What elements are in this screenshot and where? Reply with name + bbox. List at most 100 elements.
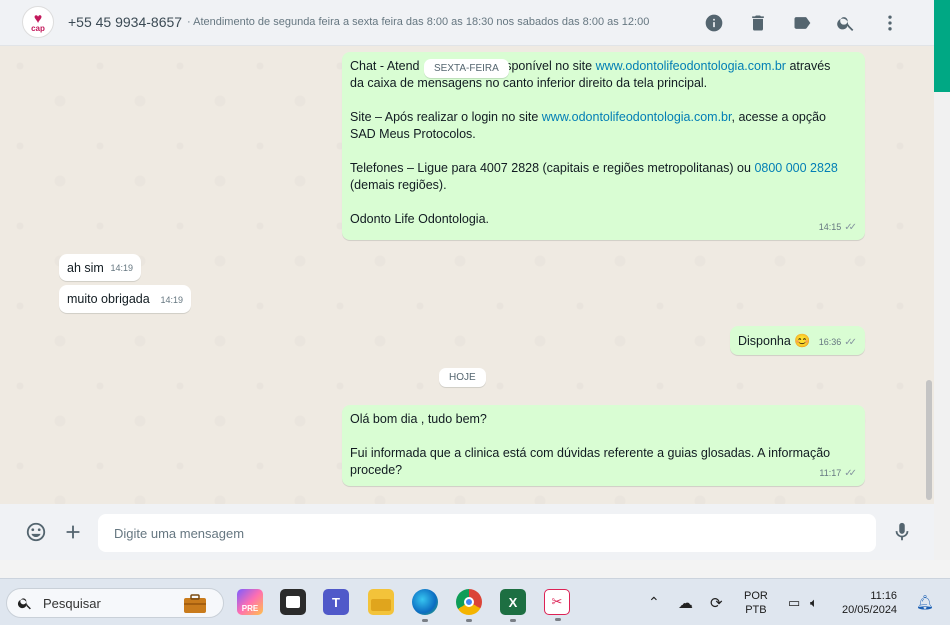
info-button[interactable] [692, 0, 736, 46]
bell-icon: 🔔︎ [916, 594, 934, 610]
chat-scrollbar[interactable] [924, 46, 934, 504]
edge-app[interactable] [412, 589, 438, 622]
snipping-icon: ✂ [551, 594, 563, 609]
smile-emoji-icon: 😊 [794, 333, 811, 348]
contact-status: · Atendimento de segunda feira a sexta f… [187, 16, 650, 28]
folder-icon [371, 599, 391, 611]
message-line: Site – Após realizar o login no site www… [350, 109, 857, 126]
avatar-logo-text: cap [31, 23, 45, 33]
update-status[interactable]: ⟳ [710, 579, 723, 625]
message-time: 14:19 [160, 295, 183, 305]
teams-icon: T [332, 594, 340, 610]
running-indicator [422, 619, 428, 622]
message-bubble-outgoing[interactable]: Olá bom dia , tudo bem? Fui informada qu… [342, 405, 865, 486]
message-time: 16:36 [818, 337, 842, 347]
read-receipt-icon: ✓✓ [844, 222, 857, 233]
chrome-app[interactable] [456, 589, 482, 622]
emoji-icon [26, 522, 46, 542]
more-vertical-icon [888, 15, 892, 31]
website-link[interactable]: www.odontolifeodontologia.com.br [542, 110, 732, 124]
clock-time: 11:16 [870, 589, 898, 602]
date-chip-hoje: HOJE [439, 368, 486, 387]
message-meta: 14:15 ✓✓ [819, 219, 857, 236]
plus-icon [66, 525, 80, 539]
search-icon [837, 17, 854, 31]
search-label: Pesquisar [43, 595, 101, 611]
delete-button[interactable] [736, 0, 780, 46]
menu-button[interactable] [868, 0, 912, 46]
message-time: 14:15 [818, 222, 842, 232]
message-bubble-incoming[interactable]: ah sim 14:19 [59, 254, 141, 281]
microphone-icon [895, 522, 909, 541]
message-time: 11:17 [819, 468, 842, 478]
speaker-icon: 🔈︎ [810, 594, 818, 610]
message-line: (demais regiões). [350, 178, 447, 192]
keyboard-layout: PTB [745, 603, 767, 616]
date-chip-sexta: SEXTA-FEIRA [424, 59, 509, 78]
excel-icon: X [508, 594, 518, 610]
running-indicator [466, 619, 472, 622]
heart-logo-icon: ♥ [33, 9, 43, 26]
message-meta: 14:19 [110, 260, 133, 277]
header-actions [692, 0, 912, 46]
contact-avatar[interactable]: ♥ cap [22, 6, 54, 38]
copilot-app[interactable]: PRE [237, 589, 263, 615]
message-line: Telefones – Ligue para 4007 2828 (capita… [350, 160, 857, 177]
info-icon [705, 14, 723, 32]
task-view-app[interactable] [280, 589, 306, 615]
briefcase-icon [184, 594, 206, 613]
chat-header: ♥ cap +55 45 9934-8657 · Atendimento de … [0, 0, 934, 46]
message-input[interactable] [98, 514, 876, 552]
windows-taskbar: Pesquisar PRE T X ✂ ⌃ ☁ ⟳ POR PTB ▭ 🔈︎ 1… [0, 578, 950, 625]
volume-button[interactable]: 🔈︎ [810, 579, 818, 625]
onedrive-status[interactable]: ☁ [678, 579, 693, 625]
search-icon [17, 595, 33, 611]
message-text: disponível no site [495, 59, 596, 73]
trash-icon [752, 15, 764, 31]
message-text: ah sim [67, 261, 104, 275]
chat-scrollbar-thumb[interactable] [926, 380, 932, 500]
message-composer [0, 504, 934, 560]
tray-overflow-button[interactable]: ⌃ [648, 579, 660, 625]
phone-link[interactable]: 0800 000 2828 [754, 161, 837, 175]
language-code: POR [744, 589, 768, 602]
message-text: Telefones – Ligue para 4007 2828 (capita… [350, 161, 755, 175]
message-text: Disponha [738, 334, 791, 348]
teams-app[interactable]: T [323, 589, 349, 615]
message-line: da caixa de mensagens no canto inferior … [350, 76, 708, 90]
copilot-icon: PRE [241, 603, 259, 613]
message-line: Fui informada que a clinica está com dúv… [350, 446, 831, 460]
taskbar-search[interactable]: Pesquisar [6, 588, 224, 618]
task-view-icon [286, 596, 300, 608]
excel-app[interactable]: X [500, 589, 526, 622]
message-bubble-incoming[interactable]: muito obrigada 14:19 [59, 285, 191, 313]
voice-message-button[interactable] [890, 520, 914, 544]
emoji-button[interactable] [24, 520, 48, 544]
message-bubble-outgoing[interactable]: Disponha 😊 16:36 ✓✓ [730, 326, 865, 355]
clock-date: 20/05/2024 [842, 603, 898, 616]
refresh-icon: ⟳ [710, 594, 723, 612]
running-indicator [555, 618, 561, 621]
label-button[interactable] [780, 0, 824, 46]
snipping-tool-app[interactable]: ✂ [544, 589, 570, 621]
running-indicator [510, 619, 516, 622]
language-indicator[interactable]: POR PTB [744, 579, 768, 625]
message-bubble-outgoing[interactable]: Chat - Atend disponível no site www.odont… [342, 52, 865, 240]
attach-button[interactable] [61, 520, 85, 544]
contact-name[interactable]: +55 45 9934-8657 [68, 14, 182, 30]
message-line: SAD Meus Protocolos. [350, 127, 476, 141]
message-text: , acesse a opção [731, 110, 827, 124]
search-button[interactable] [824, 0, 868, 46]
notifications-button[interactable]: 🔔︎ [916, 579, 934, 625]
file-explorer-app[interactable] [368, 589, 394, 615]
clock[interactable]: 11:16 20/05/2024 [842, 579, 897, 625]
network-button[interactable]: ▭ [788, 579, 800, 625]
network-icon: ▭ [788, 594, 801, 610]
message-line: Olá bom dia , tudo bem? [350, 412, 487, 426]
website-link[interactable]: www.odontolifeodontologia.com.br [596, 59, 786, 73]
message-text: através [785, 59, 831, 73]
